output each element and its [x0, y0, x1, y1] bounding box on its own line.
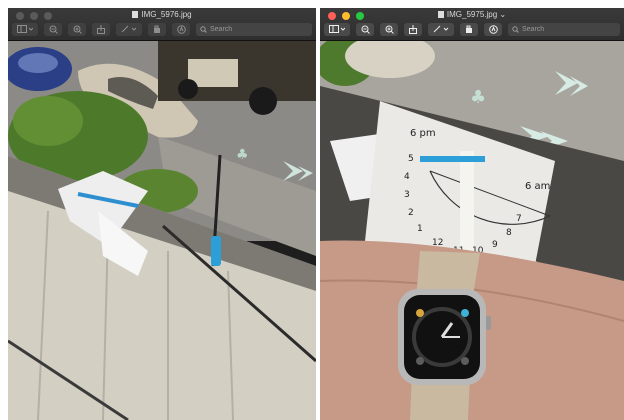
share-button[interactable]	[404, 22, 422, 36]
preview-window-right[interactable]: IMG_5975.jpg ⌄ Search ♣ 6 pm 6 am 7 8 9 …	[320, 8, 624, 420]
markup-pen-icon	[433, 25, 449, 33]
photo-view: ♣	[8, 41, 316, 420]
zoom-in-button[interactable]	[68, 22, 86, 36]
share-icon	[409, 24, 417, 34]
svg-text:♣: ♣	[236, 147, 249, 163]
markup-button[interactable]	[116, 22, 142, 36]
photo-sundial-on-railing: ♣	[8, 41, 316, 420]
rotate-icon	[154, 25, 160, 33]
title-bar[interactable]: IMG_5976.jpg Search	[8, 8, 316, 41]
rotate-button[interactable]	[148, 22, 166, 36]
search-placeholder: Search	[210, 25, 233, 33]
zoom-out-icon	[49, 25, 58, 34]
dial-label-5: 5	[408, 154, 414, 164]
annotate-button[interactable]	[484, 22, 502, 36]
dial-label-3: 3	[404, 190, 410, 200]
window-title: IMG_5976.jpg	[8, 10, 316, 19]
search-icon	[512, 25, 519, 33]
markup-pen-icon	[121, 25, 137, 33]
preview-window-left[interactable]: IMG_5976.jpg Search ♣	[8, 8, 316, 420]
share-button[interactable]	[92, 22, 110, 36]
photo-sundial-and-watch: ♣ 6 pm 6 am 7 8 9 10 11 12 1 2 3 4 5	[320, 41, 624, 420]
window-title[interactable]: IMG_5975.jpg ⌄	[320, 10, 624, 19]
toolbar: Search	[12, 22, 312, 36]
toolbar: Search	[324, 22, 620, 36]
sidebar-toggle-button[interactable]	[12, 22, 38, 36]
share-icon	[97, 24, 105, 34]
search-icon	[200, 25, 207, 33]
dial-label-6pm: 6 pm	[410, 128, 436, 139]
annotate-icon	[488, 24, 498, 34]
search-field[interactable]: Search	[508, 22, 620, 36]
photo-view: ♣ 6 pm 6 am 7 8 9 10 11 12 1 2 3 4 5	[320, 41, 624, 420]
dial-label-7: 7	[516, 214, 522, 224]
search-placeholder: Search	[522, 25, 545, 33]
sidebar-toggle-button[interactable]	[324, 22, 350, 36]
sidebar-icon	[329, 25, 345, 33]
zoom-out-icon	[361, 25, 370, 34]
document-icon	[132, 11, 139, 18]
sidebar-icon	[17, 25, 33, 33]
markup-button[interactable]	[428, 22, 454, 36]
rotate-icon	[466, 25, 472, 33]
search-field[interactable]: Search	[196, 22, 312, 36]
dial-label-4: 4	[404, 172, 410, 182]
dial-label-1: 1	[417, 224, 423, 234]
dial-label-9: 9	[492, 240, 498, 250]
dial-label-6am: 6 am	[525, 181, 550, 192]
dial-label-2: 2	[408, 208, 414, 218]
zoom-in-button[interactable]	[380, 22, 398, 36]
zoom-out-button[interactable]	[44, 22, 62, 36]
annotate-icon	[176, 24, 186, 34]
zoom-in-icon	[385, 25, 394, 34]
zoom-in-icon	[73, 25, 82, 34]
rotate-button[interactable]	[460, 22, 478, 36]
zoom-out-button[interactable]	[356, 22, 374, 36]
title-bar[interactable]: IMG_5975.jpg ⌄ Search	[320, 8, 624, 41]
document-icon	[437, 11, 444, 18]
svg-text:♣: ♣	[470, 87, 486, 108]
dial-label-8: 8	[506, 228, 512, 238]
annotate-button[interactable]	[172, 22, 190, 36]
